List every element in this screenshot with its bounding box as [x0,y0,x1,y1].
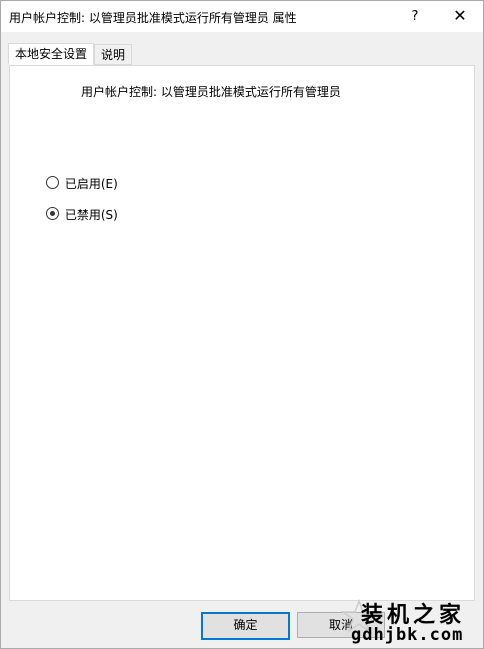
tab-panel [9,65,475,601]
properties-dialog: 用户帐户控制: 以管理员批准模式运行所有管理员 属性 ? ✕ 本地安全设置 说明… [0,0,484,649]
radio-enabled-circle[interactable] [46,176,59,189]
watermark-domain: gdhjbk.com [351,625,464,645]
window-title: 用户帐户控制: 以管理员批准模式运行所有管理员 属性 [9,11,297,25]
policy-heading: 用户帐户控制: 以管理员批准模式运行所有管理员 [81,85,341,99]
title-bar[interactable]: 用户帐户控制: 以管理员批准模式运行所有管理员 属性 ? ✕ [1,1,483,32]
radio-enabled-label[interactable]: 已启用(E) [65,177,118,191]
radio-selected-dot [50,211,55,216]
radio-disabled-label[interactable]: 已禁用(S) [65,208,118,222]
tab-local-security-setting[interactable]: 本地安全设置 [8,43,95,65]
tab-explain[interactable]: 说明 [94,44,133,65]
radio-enabled[interactable]: 已启用(E) [46,175,118,191]
site-watermark: 装机之家 gdhjbk.com [341,597,481,647]
help-button[interactable]: ? [397,1,433,32]
ok-button[interactable]: 确定 [201,612,290,640]
radio-disabled[interactable]: 已禁用(S) [46,206,118,222]
radio-disabled-circle[interactable] [46,207,59,220]
close-button[interactable]: ✕ [437,1,483,32]
